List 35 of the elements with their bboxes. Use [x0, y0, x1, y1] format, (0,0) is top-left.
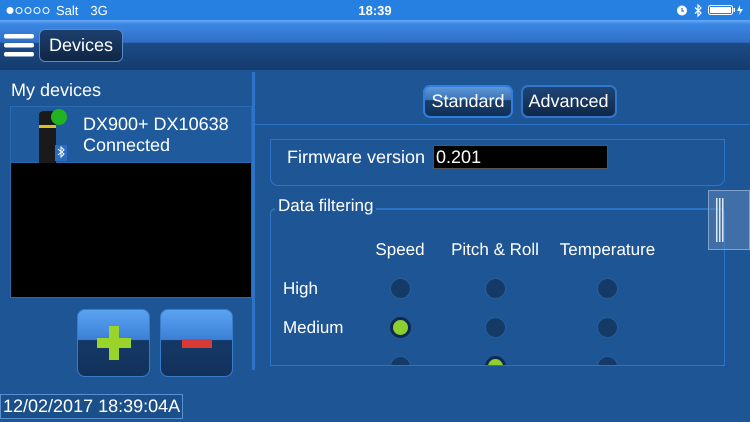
column-header: Temperature: [558, 238, 656, 260]
signal-icon: [6, 6, 50, 14]
timestamp-text: 12/02/2017 18:39:04A: [0, 394, 184, 419]
radio-button[interactable]: [390, 278, 410, 299]
radio-button[interactable]: [484, 317, 506, 338]
tab[interactable]: Standard: [423, 85, 512, 118]
column-header: Speed: [374, 238, 426, 260]
device-status: Connected: [83, 134, 172, 156]
radio-button[interactable]: [597, 317, 618, 338]
radio-button[interactable]: [390, 317, 410, 338]
network-type: 3G: [90, 2, 108, 18]
radio-button[interactable]: [597, 278, 618, 299]
bluetooth-icon: [694, 4, 702, 16]
device-list-item[interactable]: DX900+ DX10638 Connected: [11, 107, 251, 163]
field-label: Firmware version: [287, 146, 426, 169]
section-title: Data filtering: [275, 196, 376, 216]
carrier-name: Salt: [56, 2, 78, 18]
add-device-button[interactable]: [77, 309, 150, 377]
menu-icon[interactable]: [4, 33, 34, 57]
radio-button[interactable]: [484, 278, 506, 299]
remove-device-button[interactable]: [160, 309, 233, 377]
alarm-clock-icon: [676, 4, 688, 16]
device-name: DX900+ DX10638: [83, 114, 229, 134]
drawer-handle-icon[interactable]: [708, 190, 750, 250]
row-label: Medium: [283, 316, 344, 338]
panel-title: My devices: [11, 80, 102, 102]
plus-icon: [96, 326, 130, 360]
battery-charging-icon: [708, 4, 744, 16]
tab[interactable]: Advanced: [520, 85, 617, 118]
minus-icon: [182, 338, 212, 348]
firmware-field[interactable]: 0.201: [433, 145, 608, 169]
row-label: High: [283, 278, 319, 300]
column-header: Pitch & Roll: [450, 238, 540, 260]
clock-time: 18:39: [358, 2, 392, 18]
devices-button[interactable]: Devices: [39, 28, 124, 62]
